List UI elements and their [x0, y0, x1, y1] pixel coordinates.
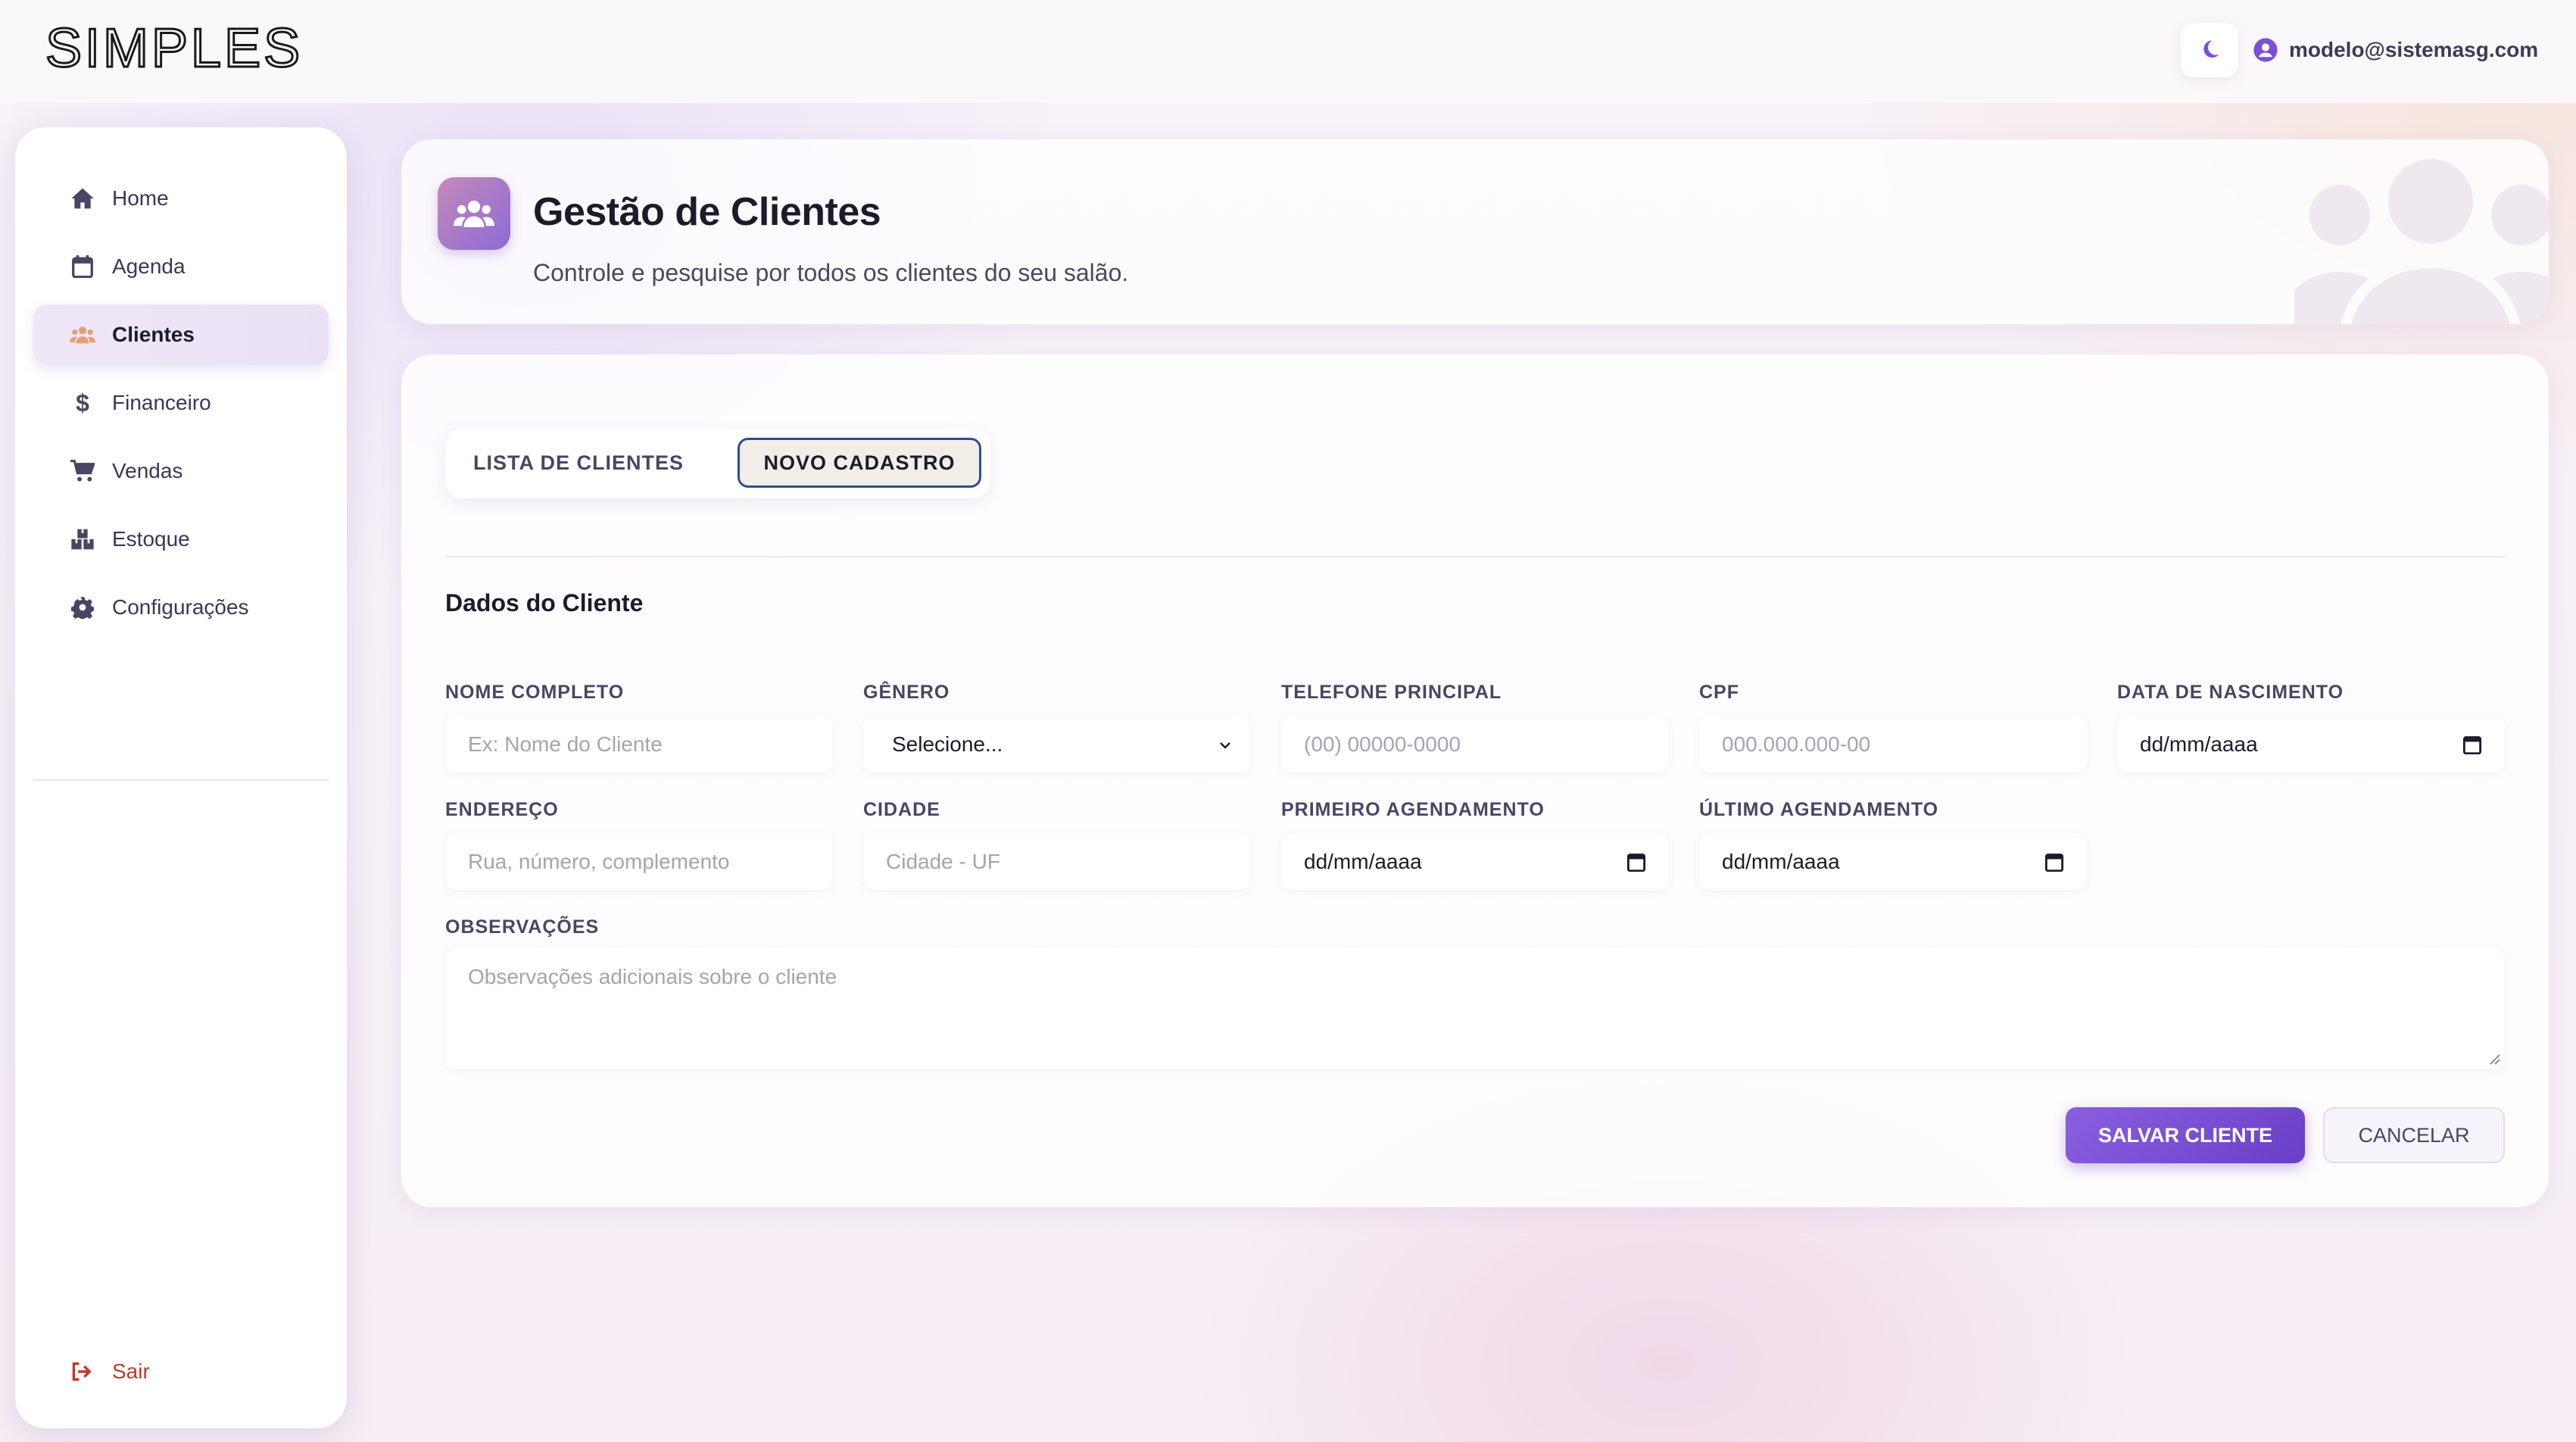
sidebar: Home Agenda Clientes $ Financeiro Vendas… [15, 127, 347, 1428]
users-watermark-icon [2294, 159, 2549, 324]
sidebar-item-label: Home [112, 186, 169, 210]
user-menu[interactable]: modelo@sistemasg.com [2253, 33, 2538, 67]
moon-icon [2203, 40, 2219, 58]
nascimento-date-input[interactable]: dd/mm/aaaa [2117, 716, 2505, 772]
logout-button[interactable]: Sair [70, 1349, 150, 1394]
users-icon [438, 177, 510, 250]
save-client-button[interactable]: SALVAR CLIENTE [2066, 1107, 2305, 1163]
cidade-label: CIDADE [863, 799, 940, 820]
observacoes-label: OBSERVAÇÕES [445, 916, 600, 938]
sidebar-item-financeiro[interactable]: $ Financeiro [33, 373, 329, 433]
nome-label: NOME COMPLETO [445, 682, 625, 703]
sidebar-item-agenda[interactable]: Agenda [33, 236, 329, 297]
page-subtitle: Controle e pesquise por todos os cliente… [533, 259, 1129, 286]
sidebar-item-estoque[interactable]: Estoque [33, 509, 329, 570]
sidebar-item-configuracoes[interactable]: Configurações [33, 577, 329, 638]
app-logo: SIMPLES [45, 21, 303, 74]
users-icon [70, 322, 95, 348]
cpf-placeholder: 000.000.000-00 [1722, 732, 1871, 756]
calendar-icon[interactable] [1626, 852, 1646, 872]
observacoes-placeholder: Observações adicionais sobre o cliente [468, 965, 837, 988]
genero-label: GÊNERO [863, 682, 950, 703]
endereco-placeholder: Rua, número, complemento [468, 850, 730, 873]
logout-icon [70, 1359, 95, 1384]
tabs: LISTA DE CLIENTES NOVO CADASTRO [445, 429, 990, 498]
sidebar-item-label: Clientes [112, 323, 195, 346]
ultimo-agendamento-label: ÚLTIMO AGENDAMENTO [1699, 799, 1939, 820]
telefone-label: TELEFONE PRINCIPAL [1281, 682, 1502, 703]
section-divider [445, 556, 2505, 557]
endereco-input[interactable]: Rua, número, complemento [445, 834, 833, 890]
cart-icon [70, 458, 95, 484]
telefone-input[interactable]: (00) 00000-0000 [1281, 716, 1669, 772]
sidebar-item-vendas[interactable]: Vendas [33, 441, 329, 501]
sidebar-item-clientes[interactable]: Clientes [33, 304, 329, 365]
genero-value: Selecione... [892, 732, 1003, 756]
user-email: modelo@sistemasg.com [2289, 38, 2539, 61]
ultimo-agendamento-value: dd/mm/aaaa [1722, 850, 1840, 873]
svg-text:SIMPLES: SIMPLES [45, 21, 303, 74]
sidebar-item-label: Financeiro [112, 391, 211, 414]
endereco-label: ENDEREÇO [445, 799, 559, 820]
sidebar-divider [33, 779, 329, 781]
tab-lista-de-clientes[interactable]: LISTA DE CLIENTES [460, 438, 697, 488]
gear-icon [70, 595, 95, 620]
cancel-button[interactable]: CANCELAR [2323, 1107, 2505, 1163]
dollar-icon: $ [76, 389, 89, 417]
calendar-icon [70, 254, 95, 279]
nome-input[interactable]: Ex: Nome do Cliente [445, 716, 833, 772]
user-circle-icon [2253, 38, 2278, 62]
tab-novo-cadastro[interactable]: NOVO CADASTRO [738, 438, 981, 488]
cidade-input[interactable]: Cidade - UF [863, 834, 1251, 890]
home-icon [70, 186, 95, 211]
primeiro-agendamento-value: dd/mm/aaaa [1304, 850, 1422, 873]
cpf-input[interactable]: 000.000.000-00 [1699, 716, 2087, 772]
primeiro-agendamento-label: PRIMEIRO AGENDAMENTO [1281, 799, 1545, 820]
client-form-card: LISTA DE CLIENTES NOVO CADASTRO Dados do… [401, 354, 2549, 1207]
logout-label: Sair [112, 1359, 150, 1383]
telefone-placeholder: (00) 00000-0000 [1304, 732, 1461, 756]
section-title: Dados do Cliente [445, 589, 644, 616]
chevron-down-icon [1220, 742, 1230, 749]
sidebar-item-label: Estoque [112, 527, 190, 551]
nascimento-label: DATA DE NASCIMENTO [2117, 682, 2344, 703]
primeiro-agendamento-date-input[interactable]: dd/mm/aaaa [1281, 834, 1669, 890]
sidebar-nav: Home Agenda Clientes $ Financeiro Vendas… [33, 168, 329, 645]
cpf-label: CPF [1699, 682, 1739, 703]
sidebar-item-label: Configurações [112, 595, 249, 619]
observacoes-textarea[interactable]: Observações adicionais sobre o cliente [445, 948, 2505, 1069]
sidebar-item-label: Agenda [112, 254, 186, 278]
theme-toggle-button[interactable] [2181, 23, 2238, 77]
genero-select[interactable]: Selecione... [863, 716, 1251, 772]
sidebar-item-home[interactable]: Home [33, 168, 329, 229]
calendar-icon[interactable] [2044, 852, 2064, 872]
page-title: Gestão de Clientes [533, 190, 881, 234]
top-bar: SIMPLES modelo@sistemasg.com [0, 0, 2576, 103]
cidade-placeholder: Cidade - UF [886, 850, 1000, 873]
boxes-icon [70, 526, 95, 552]
sidebar-item-label: Vendas [112, 459, 183, 482]
calendar-icon[interactable] [2462, 735, 2482, 754]
ultimo-agendamento-date-input[interactable]: dd/mm/aaaa [1699, 834, 2087, 890]
resize-handle-icon[interactable] [2487, 1051, 2500, 1065]
nascimento-value: dd/mm/aaaa [2140, 732, 2258, 756]
nome-placeholder: Ex: Nome do Cliente [468, 732, 663, 756]
page-header: Gestão de Clientes Controle e pesquise p… [401, 139, 2549, 324]
